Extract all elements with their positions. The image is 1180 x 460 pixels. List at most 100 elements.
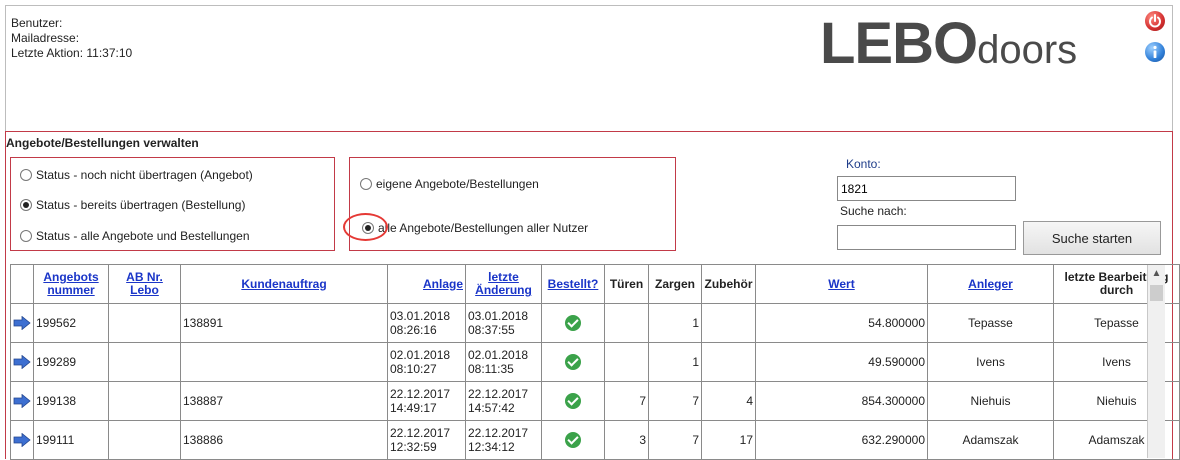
highlight-ring [343, 213, 388, 241]
cell-bestellt [541, 342, 605, 382]
anlage-date: 02.01.2018 [390, 348, 451, 362]
cell-letzte-aenderung: 02.01.2018 08:11:35 [465, 342, 542, 382]
cell-zubehoer [701, 342, 756, 382]
cell-bestellt [541, 303, 605, 343]
mailadresse-label: Mailadresse: [11, 31, 80, 45]
cell-nummer: 199138 [33, 381, 109, 421]
anlage-time: 08:26:16 [390, 323, 437, 337]
header-angebotsnummer[interactable]: Angebots nummer [33, 264, 109, 304]
radio-icon[interactable] [20, 169, 32, 181]
konto-input[interactable] [837, 176, 1016, 201]
logo-light: doors [977, 28, 1078, 72]
sort-link[interactable]: Angebots nummer [43, 270, 98, 297]
info-icon[interactable] [1145, 42, 1165, 62]
last-action-label: Letzte Aktion: 11:37:10 [11, 46, 133, 60]
cell-nummer: 199289 [33, 342, 109, 382]
header-anlage[interactable]: Anlage [387, 264, 466, 304]
cell-anleger: Tepasse [927, 303, 1054, 343]
cell-zargen: 1 [648, 303, 702, 343]
cell-anlage: 03.01.2018 08:26:16 [387, 303, 466, 343]
sort-link[interactable]: Wert [828, 277, 854, 291]
cell-zubehoer: 17 [701, 420, 756, 460]
header-arrow [10, 264, 34, 304]
cell-zargen: 1 [648, 342, 702, 382]
cell-zubehoer [701, 303, 756, 343]
cell-anlage: 22.12.2017 14:49:17 [387, 381, 466, 421]
owner-option-eigene[interactable]: eigene Angebote/Bestellungen [360, 177, 539, 191]
power-icon[interactable] [1145, 11, 1165, 31]
aenderung-date: 22.12.2017 [468, 387, 529, 401]
radio-checked-icon[interactable] [20, 199, 32, 211]
radio-icon[interactable] [360, 178, 372, 190]
logo-strong: LEBO [820, 11, 978, 76]
header-wert[interactable]: Wert [755, 264, 928, 304]
benutzer-label: Benutzer: [11, 16, 63, 30]
header-zargen: Zargen [648, 264, 702, 304]
row-open-arrow-icon[interactable] [10, 342, 34, 382]
scroll-thumb[interactable] [1150, 285, 1163, 301]
cell-letzte-aenderung: 03.01.2018 08:37:55 [465, 303, 542, 343]
header-tueren: Türen [604, 264, 649, 304]
header-letzte-aenderung[interactable]: letzte Änderung [465, 264, 542, 304]
search-button[interactable]: Suche starten [1023, 221, 1161, 255]
sort-link[interactable]: letzte Änderung [475, 270, 532, 297]
sort-link[interactable]: Anleger [968, 277, 1013, 291]
anlage-time: 14:49:17 [390, 401, 437, 415]
status-option-label: Status - noch nicht übertragen (Angebot) [36, 168, 253, 182]
anlage-time: 12:32:59 [390, 440, 437, 454]
row-open-arrow-icon[interactable] [10, 303, 34, 343]
radio-icon[interactable] [20, 230, 32, 242]
cell-wert: 854.300000 [755, 381, 928, 421]
cell-kundenauftrag: 138886 [180, 420, 388, 460]
row-open-arrow-icon[interactable] [10, 381, 34, 421]
lebo-logo: LEBOdoors [820, 10, 1077, 77]
header-ab-nr[interactable]: AB Nr. Lebo [108, 264, 181, 304]
cell-kundenauftrag: 138887 [180, 381, 388, 421]
table-row[interactable]: 199138 138887 22.12.2017 14:49:17 22.12.2017… [10, 381, 1180, 421]
table-row[interactable]: 199111 138886 22.12.2017 12:32:59 22.12.2017… [10, 420, 1180, 460]
table-row[interactable]: 199289 02.01.2018 08:10:27 02.01.2018 08:11:… [10, 342, 1180, 382]
cell-anleger: Adamszak [927, 420, 1054, 460]
cell-anlage: 02.01.2018 08:10:27 [387, 342, 466, 382]
cell-anleger: Ivens [927, 342, 1054, 382]
header-anleger[interactable]: Anleger [927, 264, 1054, 304]
cell-zargen: 7 [648, 381, 702, 421]
sort-link[interactable]: AB Nr. Lebo [126, 270, 163, 297]
table-row[interactable]: 199562 138891 03.01.2018 08:26:16 03.01.2018… [10, 303, 1180, 343]
cell-tueren: 3 [604, 420, 649, 460]
sort-link[interactable]: Kundenauftrag [241, 277, 326, 291]
header-bestellt[interactable]: Bestellt? [541, 264, 605, 304]
search-input[interactable] [837, 225, 1016, 250]
user-info: Benutzer: Mailadresse: Letzte Aktion: 11… [11, 16, 132, 61]
owner-option-label: alle Angebote/Bestellungen aller Nutzer [378, 221, 589, 235]
sort-link[interactable]: Anlage [423, 277, 463, 291]
scroll-up-arrow-icon[interactable]: ▲ [1148, 265, 1165, 283]
status-option-angebot[interactable]: Status - noch nicht übertragen (Angebot) [20, 168, 253, 182]
section-title: Angebote/Bestellungen verwalten [6, 136, 199, 150]
cell-nummer: 199562 [33, 303, 109, 343]
anlage-date: 22.12.2017 [390, 426, 451, 440]
anlage-date: 22.12.2017 [390, 387, 451, 401]
header-kundenauftrag[interactable]: Kundenauftrag [180, 264, 388, 304]
aenderung-date: 02.01.2018 [468, 348, 529, 362]
checkmark-icon [565, 432, 581, 448]
owner-option-alle[interactable]: alle Angebote/Bestellungen aller Nutzer [362, 221, 588, 235]
cell-tueren [604, 342, 649, 382]
row-open-arrow-icon[interactable] [10, 420, 34, 460]
cell-ab-nr [108, 420, 181, 460]
cell-anlage: 22.12.2017 12:32:59 [387, 420, 466, 460]
cell-zargen: 7 [648, 420, 702, 460]
cell-tueren: 7 [604, 381, 649, 421]
cell-wert: 632.290000 [755, 420, 928, 460]
aenderung-time: 14:57:42 [468, 401, 515, 415]
cell-wert: 49.590000 [755, 342, 928, 382]
anlage-date: 03.01.2018 [390, 309, 451, 323]
cell-anleger: Niehuis [927, 381, 1054, 421]
header-zubehoer: Zubehör [701, 264, 756, 304]
status-option-bestellung[interactable]: Status - bereits übertragen (Bestellung) [20, 198, 245, 212]
status-option-alle[interactable]: Status - alle Angebote und Bestellungen [20, 229, 250, 243]
sort-link[interactable]: Bestellt? [548, 277, 599, 291]
cell-wert: 54.800000 [755, 303, 928, 343]
aenderung-time: 08:11:35 [468, 362, 514, 376]
table-scrollbar[interactable]: ▲ [1147, 265, 1165, 458]
